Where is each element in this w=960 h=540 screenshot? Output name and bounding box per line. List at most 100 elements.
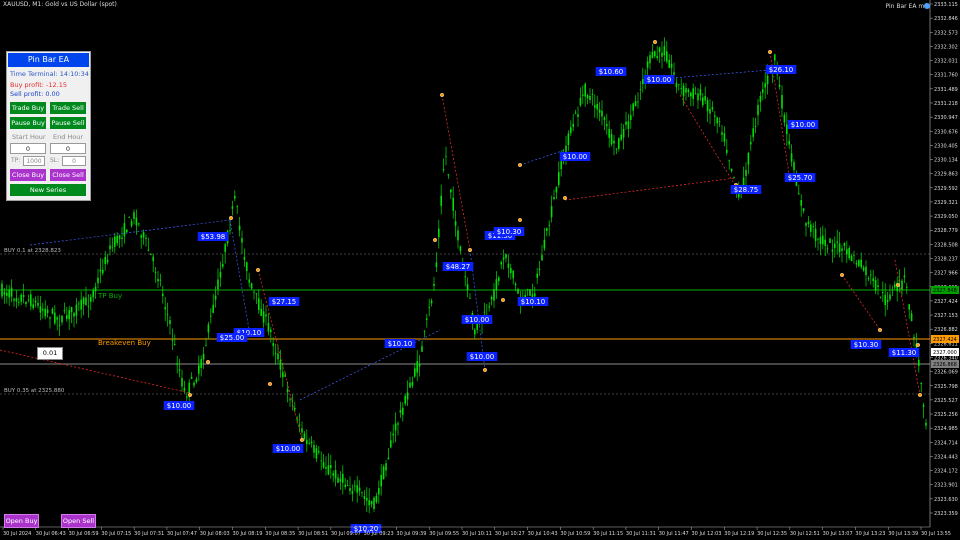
- candle-body: [591, 94, 594, 95]
- price-tick-label: 2329.592: [934, 186, 958, 192]
- lot-size-input[interactable]: 0.01: [37, 347, 63, 360]
- candle-body: [630, 115, 632, 121]
- sl-input[interactable]: 0: [62, 156, 86, 166]
- candle-body: [692, 88, 694, 100]
- candle-body: [325, 466, 327, 469]
- candle-body: [126, 229, 128, 233]
- candle-body: [783, 114, 786, 123]
- time-tick-label: 30 Jul 09:55: [429, 531, 459, 537]
- candle-body: [296, 419, 298, 421]
- candle-body: [214, 295, 217, 300]
- new-series-button[interactable]: New Series: [10, 184, 86, 196]
- trade-marker: [768, 50, 773, 55]
- price-tick-label: 2324.172: [934, 469, 958, 475]
- candle-body: [584, 83, 586, 97]
- time-tick-label: 30 Jul 12:03: [692, 531, 722, 537]
- candle-body: [447, 174, 450, 176]
- trade-buy-button[interactable]: Trade Buy: [10, 102, 46, 114]
- candle-body: [306, 439, 308, 445]
- candle-body: [709, 109, 711, 114]
- time-tick-label: 30 Jul 08:19: [233, 531, 263, 537]
- price-tick-label: 2327.424: [934, 299, 958, 305]
- candle-body: [589, 95, 591, 101]
- profit-label: $48.27: [446, 263, 471, 271]
- close-buy-button[interactable]: Close Buy: [10, 169, 46, 181]
- pause-buy-button[interactable]: Pause Buy: [10, 117, 46, 129]
- trade-sell-button[interactable]: Trade Sell: [50, 102, 86, 114]
- candle-body: [918, 359, 920, 366]
- time-tick-label: 30 Jul 10:59: [560, 531, 590, 537]
- candle-body: [361, 492, 363, 494]
- candle-body: [387, 457, 390, 460]
- candle-body: [102, 269, 104, 274]
- candle-body: [430, 300, 433, 304]
- time-tick-label: 30 Jul 11:31: [626, 531, 656, 537]
- open-buy-button[interactable]: Open Buy: [4, 514, 39, 528]
- candle-body: [243, 257, 246, 260]
- candle-body: [267, 322, 270, 332]
- tp-input[interactable]: 1000: [23, 156, 45, 166]
- candle-body: [666, 51, 668, 62]
- candle-body: [90, 296, 92, 302]
- candle-body: [327, 465, 330, 475]
- candle-body: [699, 89, 702, 96]
- candle-body: [15, 298, 18, 302]
- tp-label: TP:: [11, 157, 21, 164]
- price-flag-label: 2327.000: [933, 350, 957, 356]
- candle-body: [255, 293, 258, 295]
- trade-marker: [518, 217, 523, 222]
- candle-body: [265, 314, 267, 317]
- pause-sell-button[interactable]: Pause Sell: [50, 117, 86, 129]
- time-tick-label: 30 Jul 13:39: [888, 531, 918, 537]
- candle-body: [130, 221, 133, 227]
- candle-body: [634, 101, 637, 107]
- candle-body: [730, 168, 733, 172]
- candle-body: [601, 110, 603, 117]
- candle-body: [850, 255, 853, 262]
- candle-body: [764, 83, 766, 88]
- candle-body: [754, 126, 757, 127]
- candle-body: [680, 88, 682, 90]
- candle-body: [649, 55, 651, 64]
- candle-body: [862, 267, 865, 271]
- candle-body: [1, 283, 3, 297]
- candle-body: [298, 424, 301, 426]
- candle-body: [500, 262, 502, 265]
- price-tick-label: 2330.134: [934, 158, 958, 164]
- candle-body: [843, 242, 846, 246]
- candle-body: [690, 92, 692, 97]
- candle-body: [186, 396, 188, 398]
- candle-body: [394, 423, 397, 431]
- trade-connector-line: [441, 94, 471, 251]
- candle-body: [894, 284, 896, 288]
- price-chart[interactable]: $53.98 $27.15 $10.10 $25.00 $10.00 $10.00 $10.…: [0, 0, 960, 540]
- candle-body: [54, 312, 56, 324]
- candle-body: [495, 279, 498, 291]
- candle-body: [18, 301, 20, 303]
- start-hour-input[interactable]: 0: [10, 143, 46, 154]
- candle-body: [790, 153, 793, 162]
- trade-marker: [433, 237, 438, 242]
- end-hour-input[interactable]: 0: [50, 143, 86, 154]
- candle-body: [925, 422, 927, 426]
- candle-body: [291, 400, 294, 402]
- candle-body: [351, 491, 354, 495]
- candle-body: [867, 278, 870, 279]
- trade-marker: [918, 393, 923, 398]
- start-hour-label: Start Hour: [12, 133, 46, 141]
- candle-body: [810, 224, 812, 232]
- candle-body: [82, 297, 85, 305]
- open-sell-button[interactable]: Open Sell: [61, 514, 96, 528]
- candle-body: [548, 225, 550, 227]
- buy-order-2-label: BUY 0.35 at 2325.880: [4, 388, 65, 394]
- candle-body: [879, 296, 882, 298]
- candle-body: [246, 262, 248, 272]
- candle-body: [646, 61, 649, 68]
- candle-body: [788, 140, 790, 145]
- candle-body: [380, 474, 382, 487]
- candle-body: [819, 237, 822, 245]
- candle-body: [433, 283, 435, 286]
- close-sell-button[interactable]: Close Sell: [50, 169, 86, 181]
- time-tick-label: 30 Jul 2024: [3, 531, 31, 537]
- candle-body: [49, 317, 51, 319]
